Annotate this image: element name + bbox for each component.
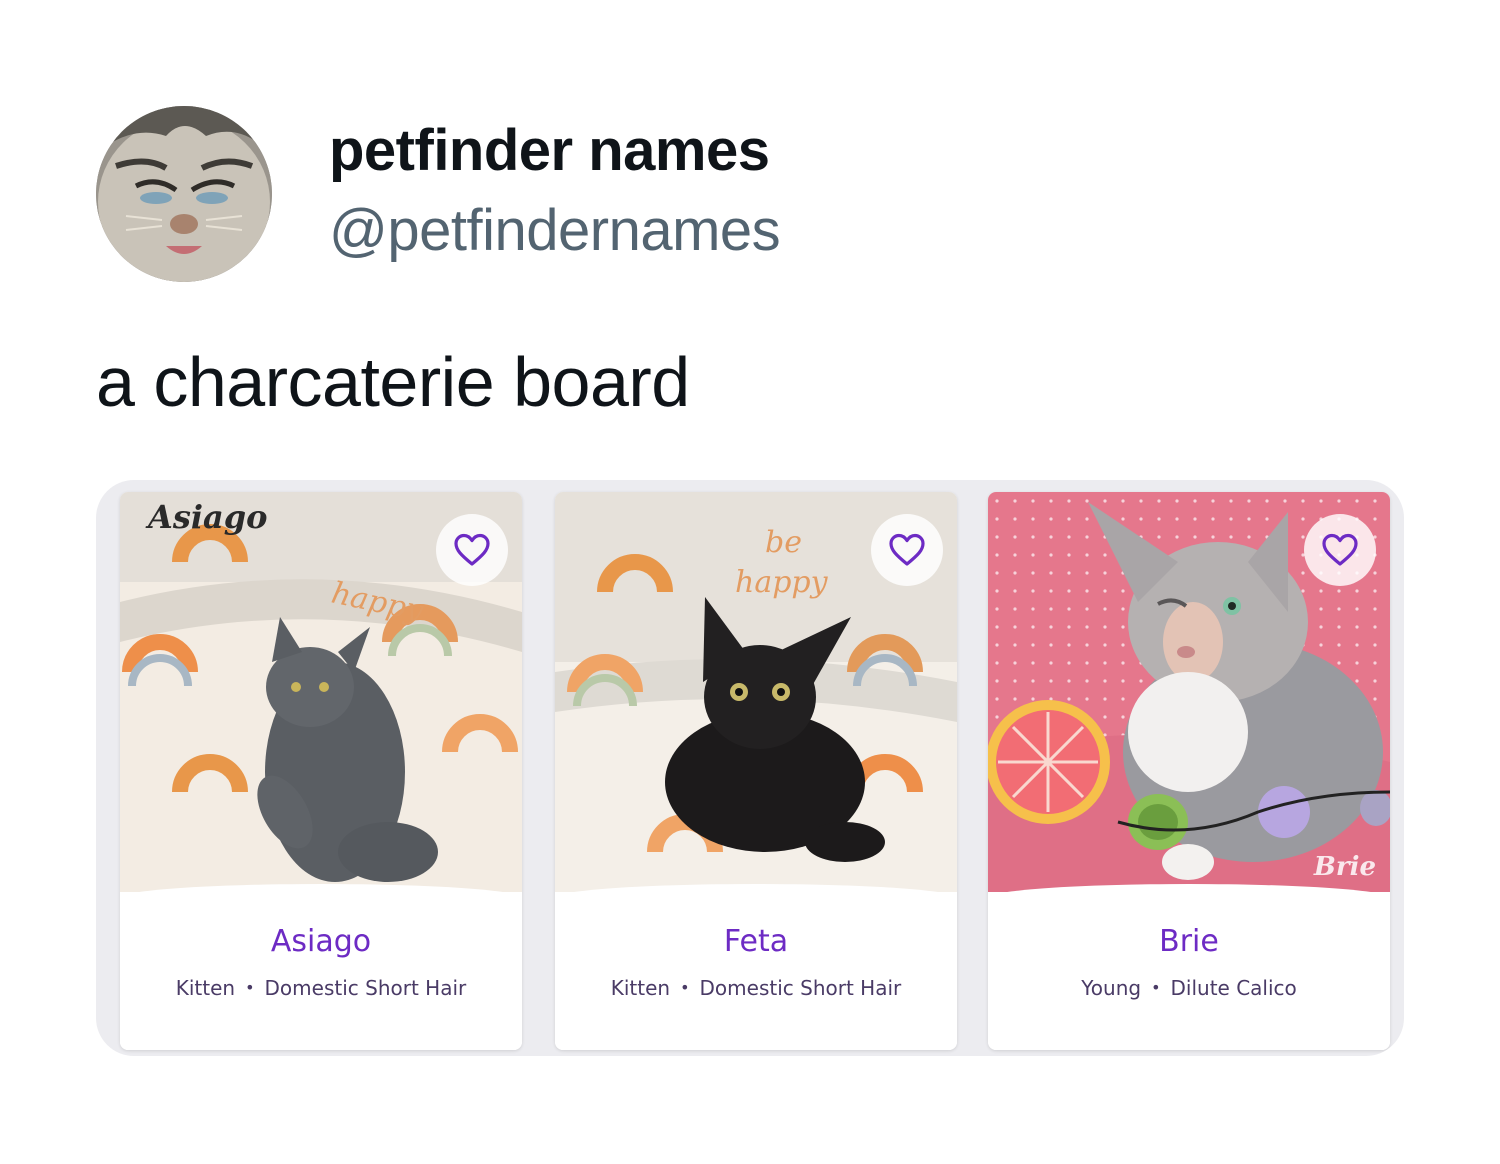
- pet-age: Kitten: [610, 976, 671, 1000]
- tweet-header: petfinder names @petfindernames: [96, 106, 781, 282]
- photo-caption-asiago: Asiago: [148, 498, 268, 536]
- heart-outline-icon: [454, 533, 490, 566]
- tweet-text: a charcaterie board: [96, 343, 690, 421]
- kitten-avatar-image: [96, 106, 272, 282]
- pet-name[interactable]: Feta: [555, 924, 957, 959]
- favorite-button[interactable]: [1304, 514, 1376, 586]
- pet-name[interactable]: Asiago: [120, 924, 522, 959]
- display-name[interactable]: petfinder names: [329, 122, 780, 180]
- separator-dot: •: [680, 978, 690, 997]
- pet-card-asiago[interactable]: happy Asiago Asiago Kitten • Domestic Shor…: [120, 492, 522, 1050]
- pet-meta: Kitten • Domestic Short Hair: [120, 976, 522, 1000]
- favorite-button[interactable]: [436, 514, 508, 586]
- pet-meta: Young • Dilute Calico: [988, 976, 1390, 1000]
- avatar[interactable]: [96, 106, 272, 282]
- favorite-button[interactable]: [871, 514, 943, 586]
- separator-dot: •: [1151, 978, 1161, 997]
- pet-breed: Dilute Calico: [1170, 976, 1297, 1000]
- pet-info: Asiago Kitten • Domestic Short Hair: [120, 884, 522, 1050]
- separator-dot: •: [245, 978, 255, 997]
- tweet-media[interactable]: happy Asiago Asiago Kitten • Domestic Shor…: [96, 480, 1404, 1056]
- heart-outline-icon: [1322, 533, 1358, 566]
- pet-name[interactable]: Brie: [988, 924, 1390, 959]
- svg-text:happy: happy: [735, 565, 829, 600]
- pet-age: Young: [1081, 976, 1142, 1000]
- pet-info: Brie Young • Dilute Calico: [988, 884, 1390, 1050]
- pet-card-brie[interactable]: Brie Brie Young • Dilute Calico: [988, 492, 1390, 1050]
- pet-info: Feta Kitten • Domestic Short Hair: [555, 884, 957, 1050]
- pet-meta: Kitten • Domestic Short Hair: [555, 976, 957, 1000]
- pet-age: Kitten: [175, 976, 236, 1000]
- tweet-identity: petfinder names @petfindernames: [329, 122, 781, 260]
- heart-outline-icon: [889, 533, 925, 566]
- handle[interactable]: @petfindernames: [329, 202, 781, 260]
- photo-caption-brie: Brie: [1313, 852, 1376, 882]
- pet-breed: Domestic Short Hair: [699, 976, 902, 1000]
- svg-text:be: be: [765, 525, 802, 560]
- pet-breed: Domestic Short Hair: [264, 976, 467, 1000]
- pet-card-feta[interactable]: be happy Feta Kitten • Domestic Short Hair: [555, 492, 957, 1050]
